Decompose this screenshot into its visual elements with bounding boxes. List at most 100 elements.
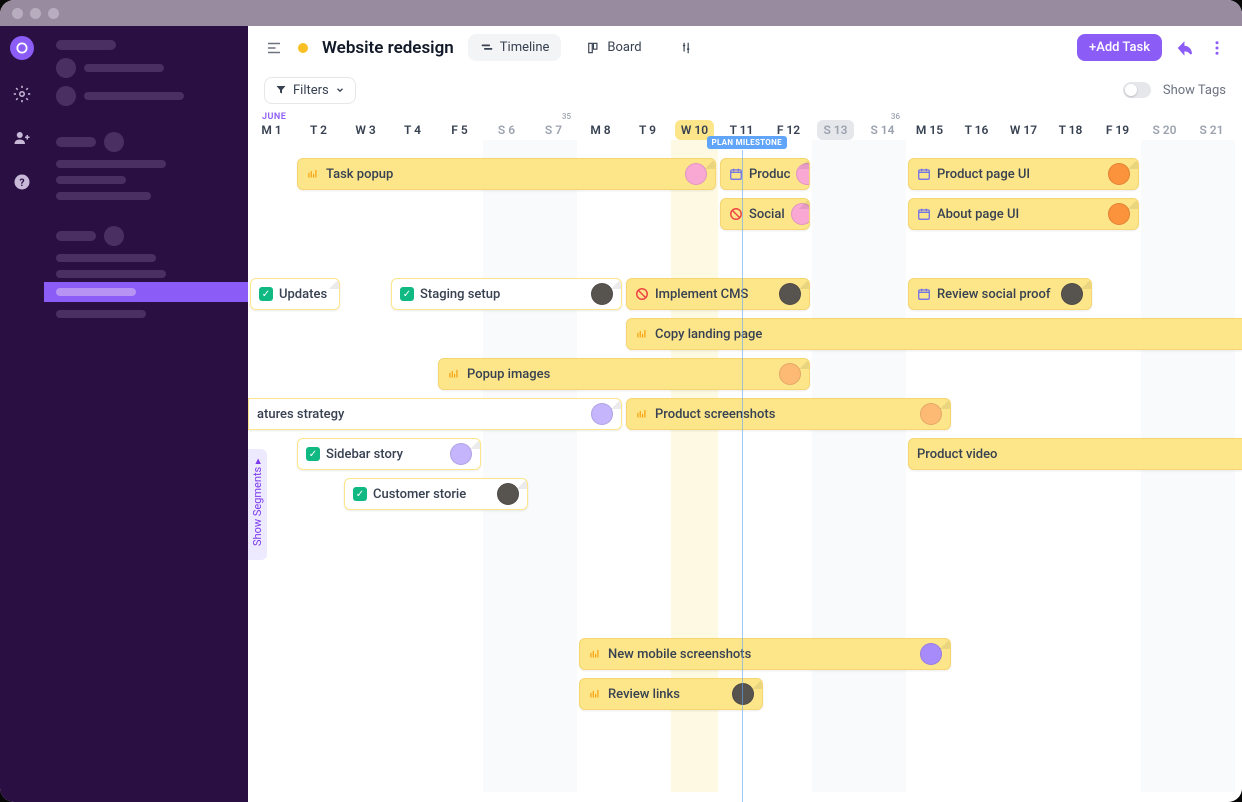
collapse-sidebar-icon[interactable]: [264, 38, 284, 58]
task-label: New mobile screenshots: [608, 647, 751, 662]
task-bar[interactable]: ✓ Staging setup: [391, 278, 622, 310]
assignee-avatar[interactable]: [591, 403, 613, 425]
day-header[interactable]: T 2: [295, 120, 342, 140]
task-bar[interactable]: Review links: [579, 678, 763, 710]
task-bar[interactable]: ✓Sidebar story: [297, 438, 481, 470]
task-bar[interactable]: Produc: [720, 158, 810, 190]
project-status-dot: [298, 43, 308, 53]
filters-label: Filters: [293, 83, 329, 98]
filters-button[interactable]: Filters: [264, 77, 356, 104]
task-bar[interactable]: atures strategy: [248, 398, 622, 430]
app-logo-icon[interactable]: [10, 36, 34, 60]
tab-board[interactable]: Board: [575, 34, 653, 61]
day-header[interactable]: F 5: [436, 120, 483, 140]
tab-timeline[interactable]: Timeline: [468, 34, 562, 61]
day-header[interactable]: M 15: [906, 120, 953, 140]
assignee-avatar[interactable]: [732, 683, 754, 705]
task-bar[interactable]: About page UI: [908, 198, 1139, 230]
svg-text:?: ?: [19, 176, 24, 189]
task-label: Staging setup: [420, 287, 500, 302]
assignee-avatar[interactable]: [920, 643, 942, 665]
day-header[interactable]: S 13: [812, 120, 859, 140]
task-label: Updates: [279, 287, 327, 302]
assignee-avatar[interactable]: [1108, 203, 1130, 225]
task-bar[interactable]: Implement CMS: [626, 278, 810, 310]
task-label: Product video: [917, 447, 997, 462]
more-menu-icon[interactable]: [1208, 39, 1226, 57]
day-header[interactable]: T 4: [389, 120, 436, 140]
traffic-light-maximize[interactable]: [48, 8, 59, 19]
tasks-layer: Task popup Produc Product page UI Social Abo…: [248, 140, 1242, 792]
show-tags-toggle[interactable]: [1123, 82, 1151, 98]
day-header[interactable]: 35S 7: [530, 120, 577, 140]
assignee-avatar[interactable]: [920, 403, 942, 425]
task-label: atures strategy: [257, 407, 344, 422]
day-header[interactable]: W 3: [342, 120, 389, 140]
task-label: Social: [749, 207, 785, 222]
day-header[interactable]: M 1: [248, 120, 295, 140]
milestone-badge[interactable]: PLAN MILESTONE: [707, 136, 787, 149]
day-header[interactable]: S 20: [1141, 120, 1188, 140]
progress-icon: [635, 407, 649, 421]
gear-icon[interactable]: [12, 84, 32, 104]
sidebar-item-active[interactable]: [44, 282, 248, 302]
day-header[interactable]: T 18: [1047, 120, 1094, 140]
filter-bar: Filters Show Tags: [248, 70, 1242, 110]
check-icon: ✓: [400, 287, 414, 301]
check-icon: ✓: [306, 447, 320, 461]
day-header[interactable]: T 16: [953, 120, 1000, 140]
assignee-avatar[interactable]: [497, 483, 519, 505]
tab-timeline-label: Timeline: [500, 40, 550, 55]
day-header[interactable]: S 6: [483, 120, 530, 140]
task-bar[interactable]: ✓Updates: [250, 278, 340, 310]
assignee-avatar[interactable]: [779, 283, 801, 305]
view-options-button[interactable]: [668, 35, 706, 61]
funnel-icon: [275, 84, 287, 96]
progress-icon: [588, 647, 602, 661]
task-bar[interactable]: Copy landing page: [626, 318, 1242, 350]
assignee-avatar[interactable]: [779, 363, 801, 385]
task-bar[interactable]: ✓Customer storie: [344, 478, 528, 510]
add-task-button[interactable]: +Add Task: [1077, 34, 1162, 61]
traffic-light-minimize[interactable]: [30, 8, 41, 19]
assignee-avatar[interactable]: [1108, 163, 1130, 185]
calendar-icon: [917, 167, 931, 181]
task-bar[interactable]: Task popup: [297, 158, 716, 190]
day-header[interactable]: 36S 14: [859, 120, 906, 140]
assignee-avatar[interactable]: [450, 443, 472, 465]
assignee-avatar[interactable]: [1061, 283, 1083, 305]
task-label: About page UI: [937, 207, 1019, 222]
task-bar[interactable]: Social: [720, 198, 810, 230]
assignee-avatar[interactable]: [591, 283, 613, 305]
task-bar[interactable]: New mobile screenshots: [579, 638, 951, 670]
traffic-light-close[interactable]: [12, 8, 23, 19]
task-label: Task popup: [326, 167, 393, 182]
assignee-avatar[interactable]: [685, 163, 707, 185]
task-label: Popup images: [467, 367, 550, 382]
task-bar[interactable]: Product page UI: [908, 158, 1139, 190]
task-bar[interactable]: Product video: [908, 438, 1242, 470]
sidebar: [44, 26, 248, 802]
task-label: Review social proof: [937, 287, 1050, 302]
show-segments-tab[interactable]: Show Segments ▸: [248, 449, 267, 560]
help-icon[interactable]: ?: [12, 172, 32, 192]
progress-icon: [306, 167, 320, 181]
project-title: Website redesign: [322, 38, 454, 58]
icon-rail: ?: [0, 26, 44, 802]
timeline[interactable]: JUNE M 1T 2W 3T 4F 5S 635S 7M 8T 9W 10T …: [248, 110, 1242, 802]
chevron-down-icon: [335, 85, 345, 95]
progress-icon: [635, 327, 649, 341]
day-header[interactable]: T 9: [624, 120, 671, 140]
day-header[interactable]: W 17: [1000, 120, 1047, 140]
progress-icon: [588, 687, 602, 701]
task-bar[interactable]: Popup images: [438, 358, 810, 390]
user-add-icon[interactable]: [12, 128, 32, 148]
task-bar[interactable]: Product screenshots: [626, 398, 951, 430]
task-bar[interactable]: Review social proof: [908, 278, 1092, 310]
day-header[interactable]: F 19: [1094, 120, 1141, 140]
day-header[interactable]: S 21: [1188, 120, 1235, 140]
share-icon[interactable]: [1176, 39, 1194, 57]
day-header[interactable]: M 8: [577, 120, 624, 140]
progress-icon: [447, 367, 461, 381]
task-label: Copy landing page: [655, 327, 762, 342]
